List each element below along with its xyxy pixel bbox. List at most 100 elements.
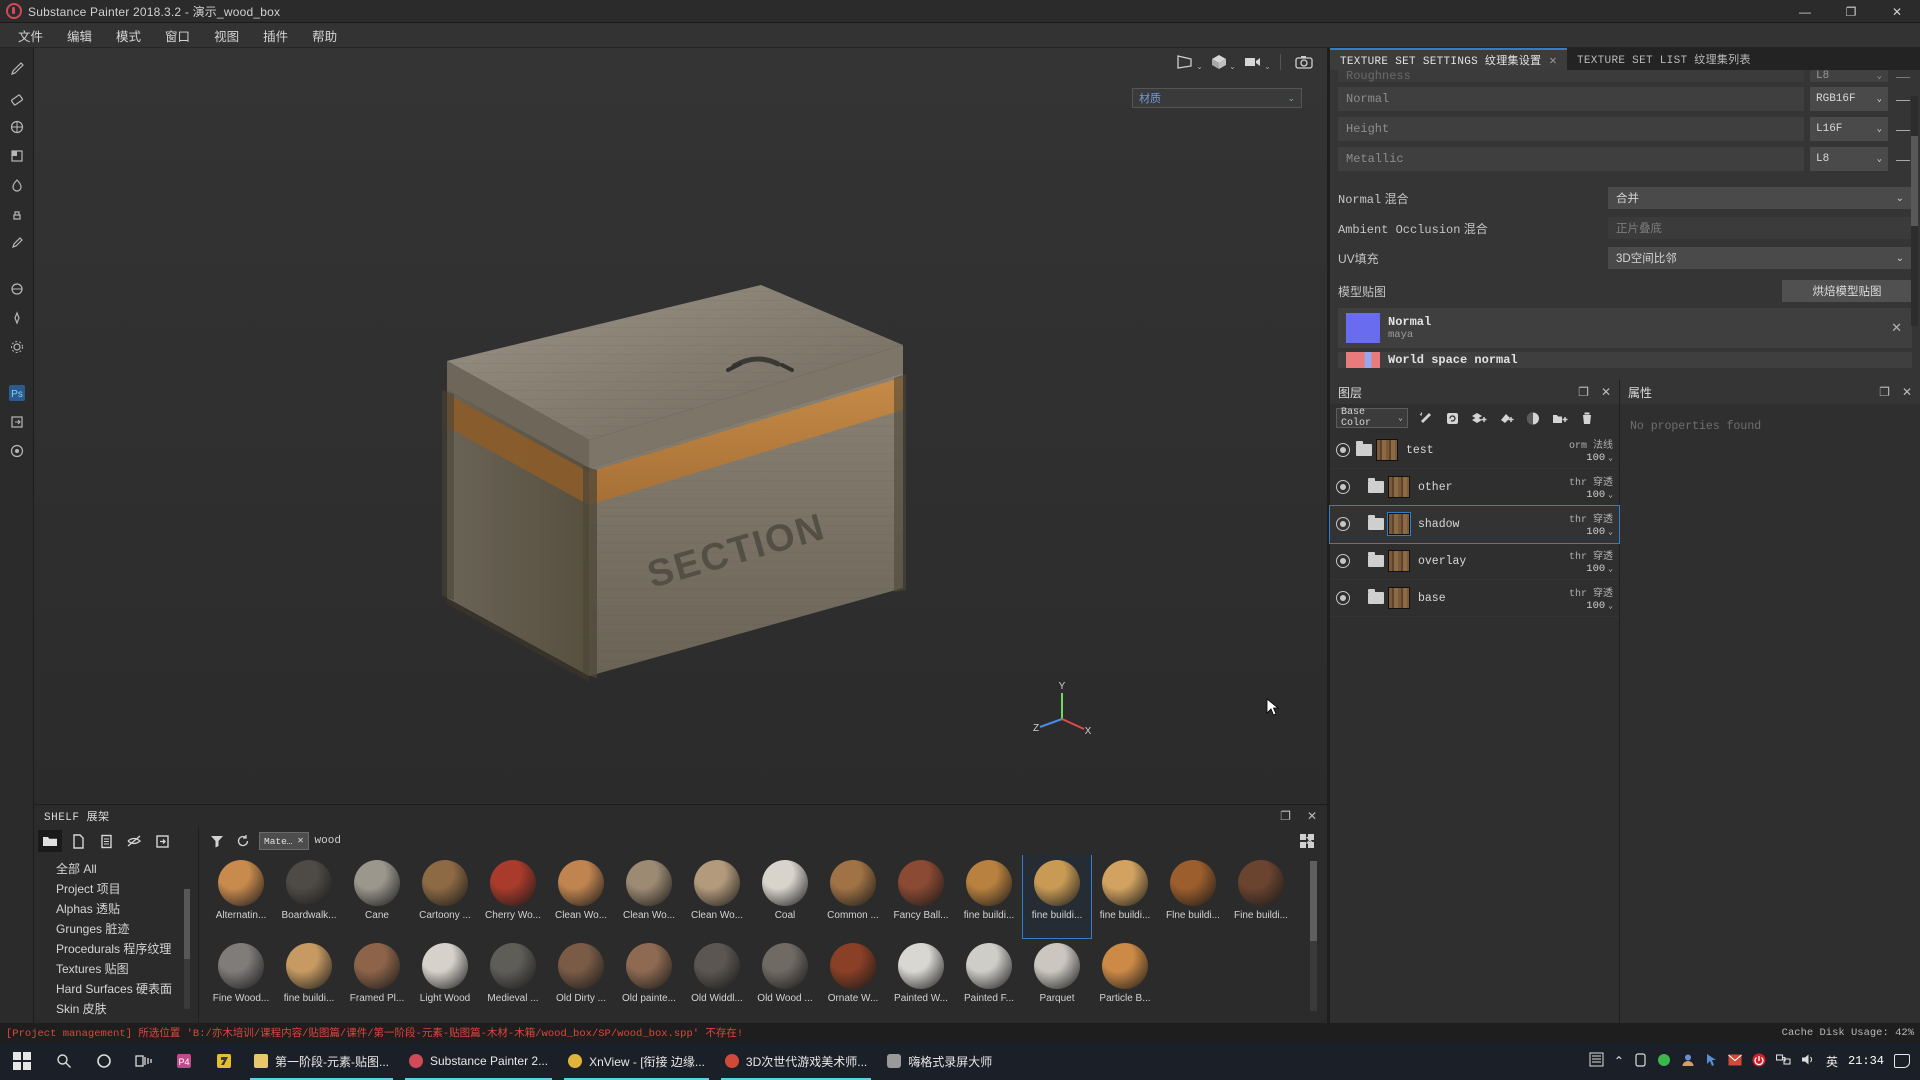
folder-icon[interactable] bbox=[1368, 552, 1384, 567]
layer-blend-mode[interactable]: thr 穿透 bbox=[1569, 473, 1613, 489]
table-row[interactable]: base thr 穿透 100 ⌄ bbox=[1330, 580, 1619, 617]
tab-texture-set-settings[interactable]: TEXTURE SET SETTINGS 纹理集设置 ✕ bbox=[1330, 48, 1567, 70]
table-row[interactable]: test orm 法线 100 ⌄ bbox=[1330, 432, 1619, 469]
layer-visibility-toggle[interactable] bbox=[1336, 443, 1350, 457]
layer-visibility-toggle[interactable] bbox=[1336, 517, 1350, 531]
shelf-category-project[interactable]: Project 项目 bbox=[56, 879, 198, 899]
taskbar-app-4[interactable]: 嗨格式录屏大师 bbox=[877, 1042, 1002, 1080]
remove-channel-normal-button[interactable]: — bbox=[1894, 91, 1912, 107]
filter-icon[interactable] bbox=[207, 831, 227, 851]
volume-icon[interactable] bbox=[1801, 1053, 1816, 1069]
folder-icon[interactable] bbox=[1368, 515, 1384, 530]
texture-set-settings-scrollbar[interactable] bbox=[1911, 96, 1918, 326]
material-item[interactable]: Boardwalk... bbox=[275, 855, 343, 938]
add-mask-icon[interactable] bbox=[1523, 408, 1543, 428]
taskbar-app-3[interactable]: 3D次世代游戏美术师... bbox=[715, 1042, 877, 1080]
ambient-occlusion-blend-dropdown[interactable]: 正片叠底 bbox=[1608, 217, 1912, 239]
layer-thumbnail[interactable] bbox=[1376, 439, 1398, 461]
uv-padding-dropdown[interactable]: 3D空间比邻 ⌄ bbox=[1608, 247, 1912, 269]
layer-channel-selector[interactable]: Base Color ⌄ bbox=[1336, 407, 1408, 429]
clone-stamp-icon[interactable] bbox=[5, 201, 29, 227]
search-input[interactable]: wood bbox=[314, 831, 1295, 851]
shelf-category-all[interactable]: 全部 All bbox=[56, 859, 198, 879]
material-item[interactable]: Common ... bbox=[819, 855, 887, 938]
folder-icon[interactable] bbox=[1368, 589, 1384, 604]
maximize-button[interactable]: ❐ bbox=[1828, 0, 1874, 23]
material-item[interactable]: Coal bbox=[751, 855, 819, 938]
export-textures-icon[interactable] bbox=[5, 409, 29, 435]
layer-thumbnail[interactable] bbox=[1388, 550, 1410, 572]
layer-visibility-toggle[interactable] bbox=[1336, 480, 1350, 494]
layer-thumbnail[interactable] bbox=[1387, 512, 1411, 536]
material-item[interactable]: fine buildi... bbox=[275, 938, 343, 1021]
channel-row-normal[interactable]: Normal RGB16F ⌄ — bbox=[1338, 86, 1912, 112]
settings-gear-icon[interactable] bbox=[5, 334, 29, 360]
material-item[interactable]: Fancy Ball... bbox=[887, 855, 955, 938]
float-panel-icon[interactable]: ❐ bbox=[1578, 385, 1589, 399]
layer-visibility-toggle[interactable] bbox=[1336, 591, 1350, 605]
eraser-icon[interactable] bbox=[5, 85, 29, 111]
chat-icon[interactable] bbox=[1657, 1053, 1671, 1070]
material-item[interactable]: Framed Pl... bbox=[343, 938, 411, 1021]
material-item[interactable]: Particle B... bbox=[1091, 938, 1159, 1021]
folder-icon[interactable] bbox=[38, 830, 62, 852]
shield-icon[interactable] bbox=[1752, 1053, 1766, 1070]
material-item[interactable]: Clean Wo... bbox=[683, 855, 751, 938]
tab-texture-set-list[interactable]: TEXTURE SET LIST 纹理集列表 bbox=[1567, 48, 1761, 70]
grid-view-icon[interactable] bbox=[1299, 833, 1315, 849]
close-icon[interactable]: ✕ bbox=[1549, 53, 1557, 68]
minimize-button[interactable]: — bbox=[1782, 0, 1828, 23]
photoshop-export-icon[interactable]: Ps bbox=[5, 380, 29, 406]
screenshot-icon[interactable] bbox=[1289, 51, 1319, 73]
channel-format-height[interactable]: L16F ⌄ bbox=[1810, 117, 1888, 141]
mesh-map-world-space-normal[interactable]: World space normal bbox=[1338, 352, 1912, 368]
material-item[interactable]: Old Dirty ... bbox=[547, 938, 615, 1021]
person-icon[interactable] bbox=[1681, 1053, 1695, 1070]
ime-indicator[interactable]: 英 bbox=[1826, 1053, 1838, 1070]
material-item[interactable]: fine buildi... bbox=[1022, 855, 1092, 939]
refresh-layer-icon[interactable] bbox=[1442, 408, 1462, 428]
material-item[interactable]: Fine Wood... bbox=[207, 938, 275, 1021]
3d-viewport[interactable]: SECTION ⌄ ⌄ ⌄ 材质 ⌄ Y X Z bbox=[34, 48, 1327, 804]
mail-icon[interactable] bbox=[1728, 1054, 1742, 1069]
projection-icon[interactable] bbox=[5, 114, 29, 140]
material-item[interactable]: Cherry Wo... bbox=[479, 855, 547, 938]
new-file-icon[interactable] bbox=[66, 830, 90, 852]
hide-icon[interactable] bbox=[122, 830, 146, 852]
material-item[interactable]: Light Wood bbox=[411, 938, 479, 1021]
remove-channel-metallic-button[interactable]: — bbox=[1894, 151, 1912, 167]
layer-blend-mode[interactable]: thr 穿透 bbox=[1569, 584, 1613, 600]
channel-row-height[interactable]: Height L16F ⌄ — bbox=[1338, 116, 1912, 142]
material-item[interactable]: Painted W... bbox=[887, 938, 955, 1021]
menu-plugins[interactable]: 插件 bbox=[251, 22, 300, 49]
menu-mode[interactable]: 模式 bbox=[104, 22, 153, 49]
float-panel-icon[interactable]: ❐ bbox=[1280, 809, 1291, 823]
layer-opacity[interactable]: 100 ⌄ bbox=[1586, 563, 1613, 575]
particles-icon[interactable] bbox=[5, 305, 29, 331]
menu-view[interactable]: 视图 bbox=[202, 22, 251, 49]
layer-visibility-toggle[interactable] bbox=[1336, 554, 1350, 568]
layer-thumbnail[interactable] bbox=[1388, 476, 1410, 498]
smudge-icon[interactable] bbox=[5, 172, 29, 198]
material-item[interactable]: Cartoony ... bbox=[411, 855, 479, 938]
layer-opacity[interactable]: 100 ⌄ bbox=[1586, 526, 1613, 538]
layer-opacity[interactable]: 100 ⌄ bbox=[1586, 489, 1613, 501]
close-panel-icon[interactable]: ✕ bbox=[1902, 385, 1912, 399]
material-selector-dropdown[interactable]: 材质 ⌄ bbox=[1132, 88, 1302, 108]
layer-blend-mode[interactable]: thr 穿透 bbox=[1569, 510, 1613, 526]
search-icon[interactable] bbox=[44, 1042, 84, 1080]
close-icon[interactable]: ✕ bbox=[1891, 320, 1902, 336]
shelf-category-procedurals[interactable]: Procedurals 程序纹理 bbox=[56, 939, 198, 959]
material-item[interactable]: Old Widdl... bbox=[683, 938, 751, 1021]
shelf-category-skin[interactable]: Skin 皮肤 bbox=[56, 999, 198, 1019]
table-row[interactable]: shadow thr 穿透 100 ⌄ bbox=[1329, 505, 1620, 544]
material-item[interactable]: Fine buildi... bbox=[1227, 855, 1295, 938]
shelf-category-scrollbar[interactable] bbox=[184, 889, 190, 1009]
channel-format-normal[interactable]: RGB16F ⌄ bbox=[1810, 87, 1888, 111]
shelf-category-alphas[interactable]: Alphas 透贴 bbox=[56, 899, 198, 919]
keyboard-icon[interactable] bbox=[1589, 1052, 1604, 1070]
material-item[interactable]: Clean Wo... bbox=[547, 855, 615, 938]
normal-blend-dropdown[interactable]: 合并 ⌄ bbox=[1608, 187, 1912, 209]
bake-mesh-maps-button[interactable]: 烘焙模型贴图 bbox=[1782, 280, 1912, 302]
iray-render-icon[interactable] bbox=[5, 438, 29, 464]
